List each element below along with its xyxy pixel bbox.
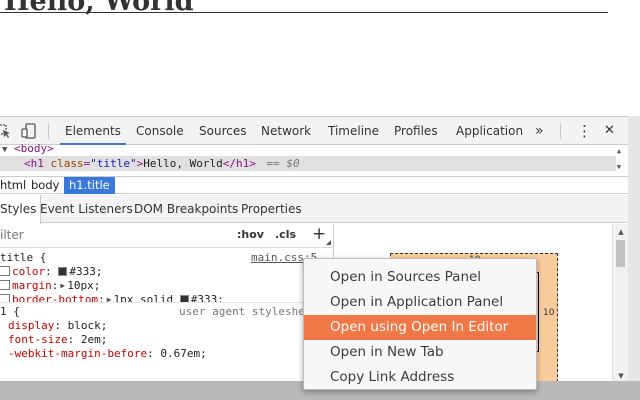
- menu-item-open-in-sources-panel[interactable]: Open in Sources Panel: [304, 265, 536, 290]
- declaration-checkbox[interactable]: [0, 280, 10, 290]
- body-open-tag: <body>: [14, 142, 54, 155]
- declaration-webkit-margin-before: -webkit-margin-before: 0.67em;: [0, 347, 207, 361]
- declaration-display: display: block;: [0, 319, 107, 333]
- dom-node-body[interactable]: ▼ <body>: [0, 141, 616, 156]
- expand-triangle-icon[interactable]: ▼: [0, 145, 7, 155]
- scroll-down-arrow-icon[interactable]: ▼: [616, 372, 626, 380]
- color-swatch-icon[interactable]: [58, 267, 67, 276]
- breadcrumb-h1-title[interactable]: h1.title: [64, 177, 115, 194]
- resize-corner-icon: [326, 240, 331, 245]
- toolbar-divider: [48, 123, 49, 139]
- inspect-element-icon[interactable]: [0, 123, 12, 139]
- style-rule-h1-user-agent: 1 { user agent styleshe display: block; …: [0, 302, 334, 381]
- property-name: -webkit-margin-before: [8, 347, 147, 360]
- styles-filter-bar: ilter :hov .cls +: [0, 224, 334, 248]
- menu-item-open-in-new-tab[interactable]: Open in New Tab: [304, 340, 536, 365]
- user-agent-stylesheet-label: user agent styleshe: [179, 305, 305, 319]
- property-name: color: [12, 265, 45, 278]
- property-value: 10px;: [67, 279, 100, 292]
- style-rule-title: title { main.css:5 color: #333; margin:▶…: [0, 251, 334, 299]
- property-name: font-size: [8, 333, 68, 346]
- page-heading: Hello, World: [4, 0, 194, 17]
- property-value: 2em;: [81, 333, 108, 346]
- rule-selector[interactable]: title {: [0, 251, 46, 265]
- scroll-up-arrow-icon[interactable]: ▲: [616, 228, 626, 236]
- property-name: margin: [12, 279, 52, 292]
- h1-attr-name: class: [51, 157, 84, 170]
- rule-selector: 1 {: [0, 305, 20, 319]
- tab-styles[interactable]: Styles: [0, 195, 41, 224]
- property-value: 0.67em;: [160, 347, 206, 360]
- declaration-font-size: font-size: 2em;: [0, 333, 107, 347]
- sidebar-tabs: Styles Event Listeners DOM Breakpoints P…: [0, 195, 628, 223]
- styles-pane: ilter :hov .cls + title { main.css:5 col…: [0, 224, 334, 381]
- menu-item-open-using-open-in-editor[interactable]: Open using Open In Editor: [304, 315, 536, 340]
- declaration-color[interactable]: color: #333;: [0, 265, 103, 279]
- sidebar-scrollbar[interactable]: ▲ ▼: [612, 224, 628, 381]
- expand-shorthand-icon[interactable]: ▶: [60, 279, 65, 293]
- breadcrumb: html body h1.title: [0, 176, 628, 194]
- breadcrumb-body[interactable]: body: [26, 177, 64, 194]
- h1-attr-value: "title": [90, 157, 136, 170]
- property-name: display: [8, 319, 54, 332]
- declaration-margin[interactable]: margin:▶10px;: [0, 279, 100, 293]
- menu-item-open-in-application-panel[interactable]: Open in Application Panel: [304, 290, 536, 315]
- link-context-menu: Open in Sources Panel Open in Applicatio…: [303, 258, 537, 390]
- property-value: block;: [68, 319, 108, 332]
- scroll-up-arrow-icon[interactable]: ▲: [614, 147, 624, 155]
- dom-node-h1[interactable]: <h1 class="title">Hello, World</h1> == $…: [0, 156, 616, 171]
- page-viewport: Hello, World: [0, 0, 640, 116]
- device-toolbar-icon[interactable]: [21, 123, 37, 139]
- new-style-rule-button[interactable]: +: [312, 224, 326, 244]
- hover-state-button[interactable]: :hov: [237, 228, 264, 241]
- dom-tree[interactable]: ▼ <body> <h1 class="title">Hello, World<…: [0, 146, 628, 176]
- scrollbar-thumb[interactable]: [616, 240, 625, 267]
- toolbar-divider: [560, 123, 561, 139]
- class-toggle-button[interactable]: .cls: [275, 228, 296, 241]
- h1-open-tag: <h1: [24, 157, 51, 170]
- styles-filter-input[interactable]: ilter: [0, 228, 24, 242]
- selected-node-marker: == $0: [262, 157, 299, 170]
- h1-close-tag: </h1>: [223, 157, 256, 170]
- h1-text: Hello, World: [143, 157, 222, 170]
- tab-dom-breakpoints[interactable]: DOM Breakpoints: [134, 195, 238, 223]
- window-edge: [628, 116, 640, 381]
- heading-border: [0, 12, 608, 13]
- menu-item-copy-link-address[interactable]: Copy Link Address: [304, 365, 536, 390]
- property-value: #333;: [69, 265, 102, 278]
- margin-right-value[interactable]: 10: [543, 308, 554, 318]
- scroll-down-arrow-icon[interactable]: ▼: [614, 163, 624, 171]
- tab-properties[interactable]: Properties: [241, 195, 302, 223]
- declaration-checkbox[interactable]: [0, 266, 10, 276]
- tab-event-listeners[interactable]: Event Listeners: [40, 195, 133, 223]
